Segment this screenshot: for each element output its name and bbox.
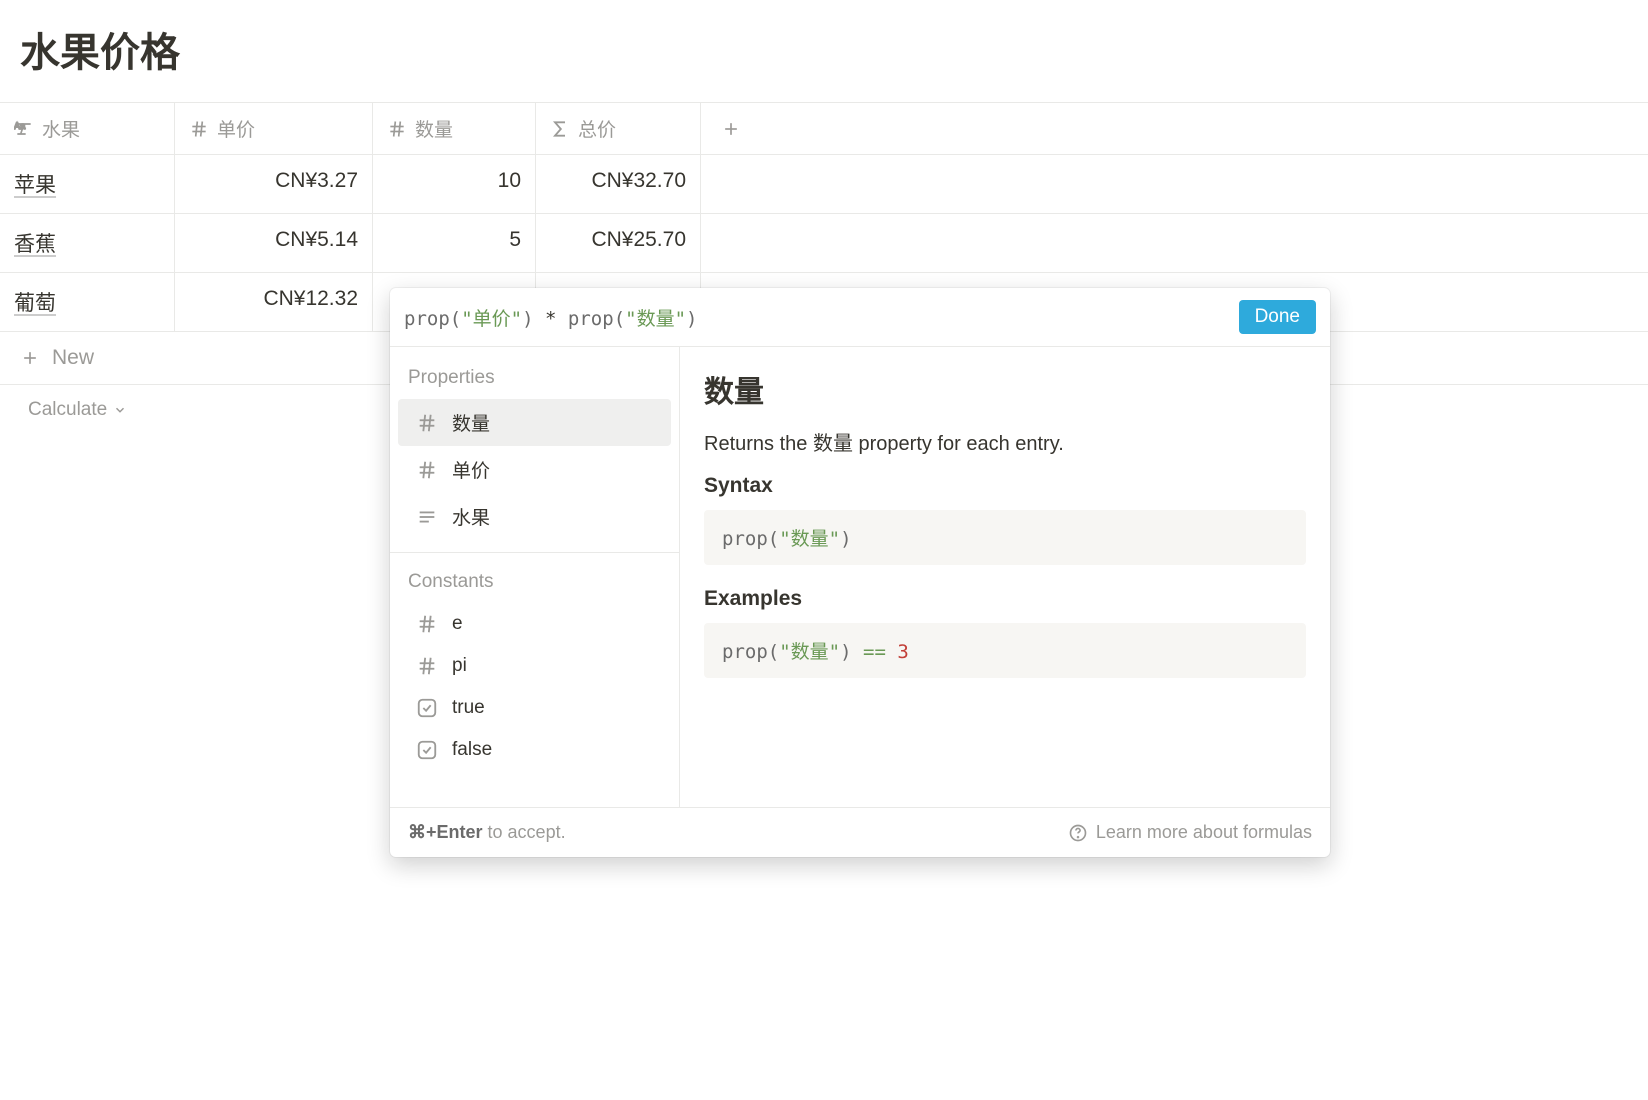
checkbox-icon — [416, 739, 438, 761]
column-header-name[interactable]: Aa 水果 — [0, 103, 175, 154]
doc-examples-heading: Examples — [704, 587, 1306, 611]
formula-token-fn: prop — [404, 308, 450, 330]
chevron-down-icon — [113, 403, 127, 417]
page-title: 水果价格 — [0, 0, 1648, 102]
formula-body: Properties 数量 单价 水果 Constants — [390, 347, 1330, 807]
formula-token-arg: "单价" — [461, 308, 522, 330]
plus-icon — [20, 348, 40, 368]
hash-icon — [416, 459, 438, 481]
table-row[interactable]: 苹果 CN¥3.27 10 CN¥32.70 — [0, 155, 1648, 214]
table-row[interactable]: 香蕉 CN¥5.14 5 CN¥25.70 — [0, 214, 1648, 273]
sidebar-item-property[interactable]: 数量 — [398, 399, 671, 446]
cell-total[interactable]: CN¥32.70 — [536, 155, 701, 213]
column-header-label: 数量 — [415, 115, 453, 142]
checkbox-icon — [416, 697, 438, 719]
hash-icon — [416, 412, 438, 434]
doc-syntax-code: prop("数量") — [704, 510, 1306, 565]
column-header-price[interactable]: 单价 — [175, 103, 373, 154]
hash-icon — [387, 119, 407, 139]
formula-footer: ⌘+Enter to accept. Learn more about form… — [390, 807, 1330, 857]
hash-icon — [416, 655, 438, 677]
formula-editor: prop("单价") * prop("数量") Done Properties … — [390, 288, 1330, 857]
doc-example-code: prop("数量") == 3 — [704, 623, 1306, 678]
hash-icon — [189, 119, 209, 139]
formula-documentation: 数量 Returns the 数量 property for each entr… — [680, 347, 1330, 807]
column-header-label: 水果 — [42, 115, 80, 142]
sidebar-item-label: true — [452, 697, 485, 719]
hash-icon — [416, 613, 438, 635]
cell-name[interactable]: 苹果 — [0, 155, 175, 213]
formula-token-arg: "数量" — [625, 308, 686, 330]
sidebar-item-constant[interactable]: true — [398, 687, 671, 729]
cell-name[interactable]: 香蕉 — [0, 214, 175, 272]
done-button[interactable]: Done — [1239, 300, 1316, 334]
column-header-label: 单价 — [217, 115, 255, 142]
cell-qty[interactable]: 5 — [373, 214, 536, 272]
sidebar-item-label: pi — [452, 655, 467, 677]
plus-icon — [721, 119, 741, 139]
sidebar-item-label: 单价 — [452, 456, 490, 483]
calculate-label: Calculate — [28, 399, 107, 421]
sidebar-item-label: false — [452, 739, 492, 761]
sidebar-item-label: 水果 — [452, 503, 490, 530]
sidebar-section-constants: Constants — [390, 565, 679, 603]
sidebar-item-label: e — [452, 613, 463, 635]
sidebar-item-property[interactable]: 水果 — [398, 493, 671, 540]
cell-total[interactable]: CN¥25.70 — [536, 214, 701, 272]
sidebar-item-constant[interactable]: false — [398, 729, 671, 771]
cell-qty[interactable]: 10 — [373, 155, 536, 213]
sidebar-item-constant[interactable]: e — [398, 603, 671, 645]
sidebar-item-constant[interactable]: pi — [398, 645, 671, 687]
formula-token-op: * — [545, 308, 556, 330]
cell-name[interactable]: 葡萄 — [0, 273, 175, 331]
sidebar-divider — [390, 552, 679, 553]
svg-text:Aa: Aa — [14, 121, 26, 131]
sidebar-section-properties: Properties — [390, 361, 679, 399]
learn-more-label: Learn more about formulas — [1096, 822, 1312, 843]
text-icon — [416, 506, 438, 528]
doc-syntax-heading: Syntax — [704, 474, 1306, 498]
doc-title: 数量 — [704, 367, 1306, 411]
table-header: Aa 水果 单价 数量 总价 — [0, 103, 1648, 155]
formula-input[interactable]: prop("单价") * prop("数量") — [404, 304, 697, 331]
sidebar-item-property[interactable]: 单价 — [398, 446, 671, 493]
formula-input-row: prop("单价") * prop("数量") Done — [390, 288, 1330, 347]
footer-shortcut-hint: ⌘+Enter to accept. — [408, 822, 566, 843]
cell-price[interactable]: CN¥5.14 — [175, 214, 373, 272]
formula-token-fn: prop — [568, 308, 614, 330]
column-header-label: 总价 — [578, 115, 616, 142]
cell-price[interactable]: CN¥3.27 — [175, 155, 373, 213]
title-icon: Aa — [14, 119, 34, 139]
learn-more-link[interactable]: Learn more about formulas — [1068, 822, 1312, 843]
doc-description: Returns the 数量 property for each entry. — [704, 427, 1306, 456]
column-header-qty[interactable]: 数量 — [373, 103, 536, 154]
add-column-button[interactable] — [701, 103, 761, 154]
formula-sidebar: Properties 数量 单价 水果 Constants — [390, 347, 680, 807]
column-header-total[interactable]: 总价 — [536, 103, 701, 154]
formula-icon — [550, 119, 570, 139]
new-row-label: New — [52, 346, 94, 370]
sidebar-item-label: 数量 — [452, 409, 490, 436]
help-icon — [1068, 823, 1088, 843]
cell-price[interactable]: CN¥12.32 — [175, 273, 373, 331]
